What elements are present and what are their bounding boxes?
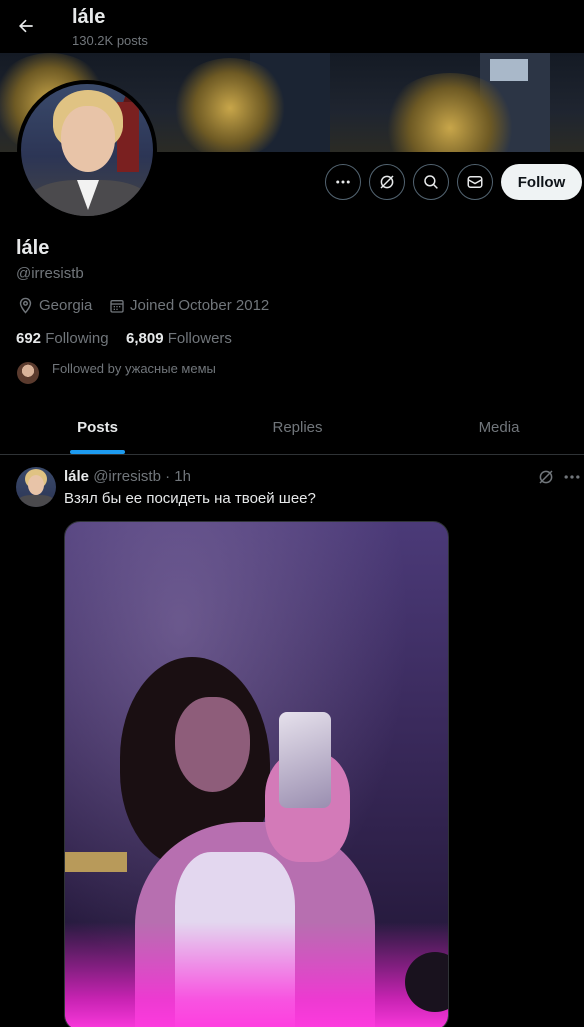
grok-button[interactable] (369, 164, 405, 200)
profile-joined: Joined October 2012 (109, 297, 269, 314)
post-image[interactable] (64, 521, 449, 1027)
more-icon (336, 180, 350, 184)
post-time[interactable]: 1h (174, 468, 191, 485)
joined-text: Joined October 2012 (130, 297, 270, 314)
follow-button[interactable]: Follow (501, 164, 582, 200)
back-button[interactable] (6, 6, 46, 46)
tab-replies[interactable]: Replies (195, 401, 400, 454)
post-text: Взял бы ее посидеть на твоей шее? (64, 490, 316, 507)
followed-by-text[interactable]: Followed by ужасные мемы (52, 361, 216, 376)
header-post-count: 130.2K posts (72, 33, 148, 48)
location-text: Georgia (39, 297, 93, 314)
profile-avatar[interactable] (17, 80, 157, 220)
profile-handle: @irresistb (16, 265, 84, 282)
profile-header: lále 130.2K posts (0, 0, 584, 53)
tab-posts[interactable]: Posts (0, 401, 195, 454)
profile-tabs: Posts Replies Media (0, 401, 584, 455)
grok-icon (380, 175, 394, 189)
profile-location: Georgia (17, 297, 92, 314)
followers-label: Followers (167, 330, 232, 347)
search-icon (424, 175, 438, 189)
grok-icon[interactable] (537, 468, 555, 486)
search-button[interactable] (413, 164, 449, 200)
header-name: lále (72, 6, 106, 28)
followers-link[interactable]: 6,809 Followers (126, 330, 232, 347)
post-author-avatar[interactable] (16, 467, 56, 507)
following-link[interactable]: 692 Following (16, 330, 109, 347)
post-author-handle[interactable]: @irresistb (93, 468, 161, 485)
tab-media[interactable]: Media (400, 401, 584, 454)
following-count: 692 (16, 330, 42, 347)
calendar-icon (110, 299, 124, 313)
arrow-left-icon (19, 19, 33, 33)
message-button[interactable] (457, 164, 493, 200)
active-tab-indicator (70, 450, 125, 454)
more-icon[interactable] (562, 468, 582, 486)
followers-count: 6,809 (126, 330, 164, 347)
location-icon (19, 297, 32, 314)
post-header: lále @irresistb · 1h (64, 468, 191, 485)
message-icon (467, 176, 483, 188)
following-label: Following (45, 330, 109, 347)
post-separator: · (165, 468, 171, 485)
followed-by-avatar[interactable] (17, 362, 39, 384)
post-author-name[interactable]: lále (64, 468, 89, 485)
profile-display-name: lále (16, 237, 50, 259)
more-button[interactable] (325, 164, 361, 200)
